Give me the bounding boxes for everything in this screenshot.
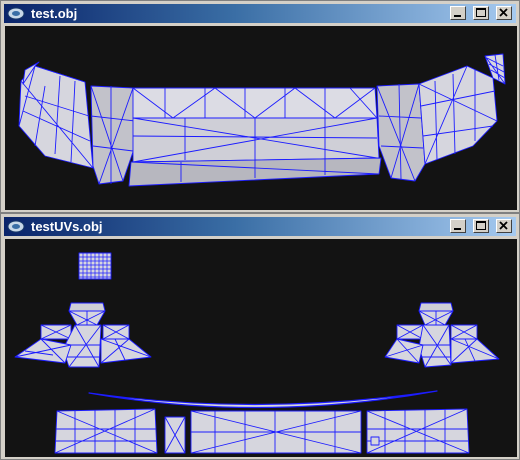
close-icon: [499, 221, 508, 230]
maximize-icon: [476, 221, 486, 230]
close-icon: [499, 8, 508, 17]
maximize-button[interactable]: [473, 6, 489, 20]
title-bar[interactable]: testUVs.obj: [4, 217, 516, 236]
window-title: testUVs.obj: [31, 219, 103, 234]
window-test-obj[interactable]: test.obj: [0, 0, 520, 213]
minimize-button[interactable]: [450, 6, 466, 20]
title-bar[interactable]: test.obj: [4, 4, 516, 23]
minimize-icon: [454, 228, 461, 230]
uv-layout-wireframe: [14, 252, 500, 454]
close-button[interactable]: [496, 6, 512, 20]
app-icon: [7, 7, 25, 20]
minimize-icon: [454, 15, 461, 17]
window-title: test.obj: [31, 6, 78, 21]
window-testuvs-obj[interactable]: testUVs.obj: [0, 213, 520, 460]
minimize-button[interactable]: [450, 219, 466, 233]
maximize-icon: [476, 8, 486, 17]
uv-viewport[interactable]: [5, 239, 517, 457]
maximize-button[interactable]: [473, 219, 489, 233]
bumper-3d-wireframe: [18, 53, 506, 187]
close-button[interactable]: [496, 219, 512, 233]
app-icon: [7, 220, 25, 233]
model-viewport[interactable]: [5, 26, 517, 210]
